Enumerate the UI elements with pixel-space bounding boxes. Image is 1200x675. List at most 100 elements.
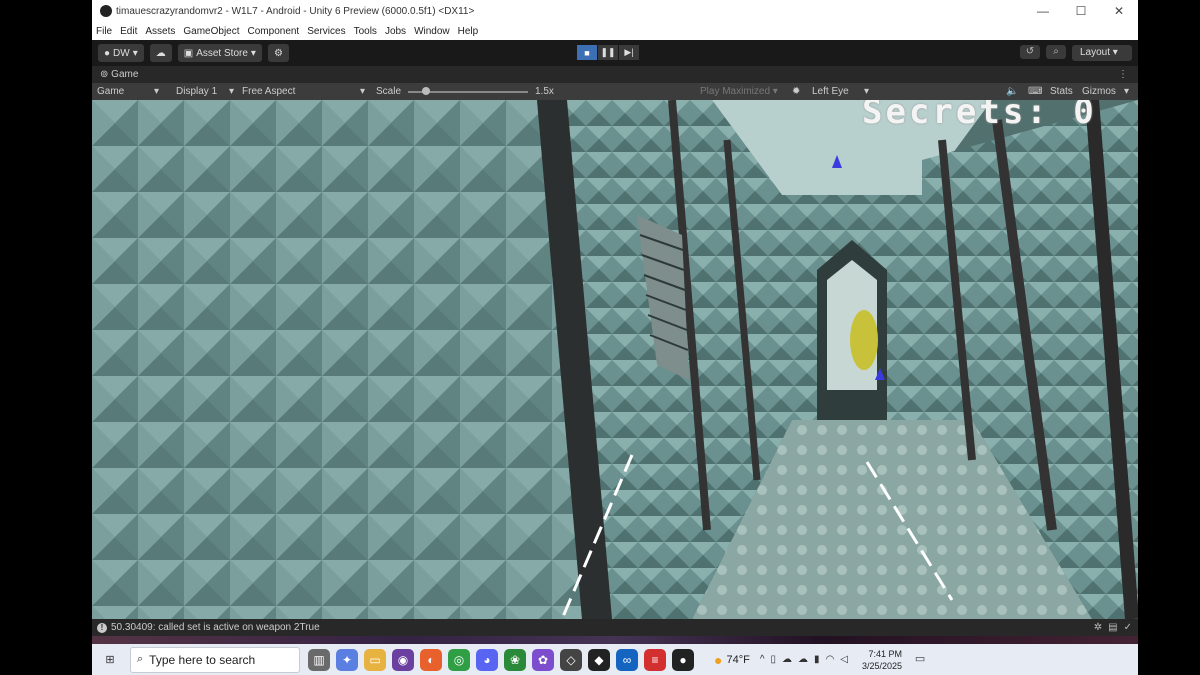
play-controls: ■ ❚❚ ▶| (577, 45, 640, 60)
menu-edit[interactable]: Edit (116, 26, 141, 37)
display-dropdown[interactable]: Display 1 (176, 83, 217, 100)
unity-hub-icon[interactable]: ◇ (560, 648, 582, 671)
display-label: Display 1 (176, 86, 218, 97)
search-placeholder: Type here to search (149, 652, 256, 667)
main-toolbar: ● DW ▾ ☁ ▣ Asset Store ▾ ⚙ ■ ❚❚ ▶| ↺ ⌕ L… (92, 40, 1138, 66)
account-label: DW (113, 47, 130, 59)
chevron-down-icon: ▾ (360, 86, 366, 97)
console-message: 50.30409: called set is active on weapon… (111, 622, 320, 633)
taskbar-search[interactable]: ⌕ Type here to search (130, 646, 300, 673)
search-icon: ⌕ (137, 653, 144, 665)
background-strip (92, 636, 1138, 644)
game-view-toolbar: Game ▾ Display 1 ▾ Free Aspect ▾ Scale 1… (92, 83, 1138, 100)
pause-button[interactable]: ❚❚ (598, 45, 618, 60)
creature (850, 310, 878, 370)
battery-icon[interactable]: ▮ (814, 654, 820, 665)
mute-icon[interactable]: 🔈 (1006, 83, 1018, 100)
window-controls: — ☐ ✕ (1024, 0, 1138, 22)
obs-icon[interactable]: ● (672, 648, 694, 671)
account-icon: ● (104, 47, 111, 59)
onedrive-icon[interactable]: ☁ (798, 654, 808, 665)
cloud-button[interactable]: ☁ (149, 44, 172, 62)
gizmos-button[interactable]: Gizmos (1082, 83, 1116, 100)
status-icons: ✲ ▤ ✓ (1094, 622, 1132, 633)
unity-icon[interactable]: ◆ (588, 648, 610, 671)
menu-jobs[interactable]: Jobs (381, 26, 410, 37)
menu-services[interactable]: Services (303, 26, 349, 37)
windows-start-icon[interactable]: ⊞ (96, 653, 124, 666)
menu-file[interactable]: File (92, 26, 116, 37)
maximize-button[interactable]: ☐ (1062, 0, 1100, 22)
keyboard-icon[interactable]: ⌨ (1028, 83, 1042, 100)
scale-value: 1.5x (535, 86, 554, 97)
search-icon[interactable]: ⌕ (1046, 45, 1066, 59)
history-icon[interactable]: ↺ (1020, 45, 1040, 59)
menu-gameobject[interactable]: GameObject (179, 26, 243, 37)
screen: timauescrazyrandomvr2 - W1L7 - Android -… (92, 0, 1138, 675)
play-mode-dropdown[interactable]: Play Maximized ▾ (700, 83, 778, 100)
task-view-icon[interactable]: ▥ (308, 648, 330, 671)
chrome-icon[interactable]: ◎ (448, 648, 470, 671)
scale-slider-handle[interactable] (422, 87, 430, 95)
close-button[interactable]: ✕ (1100, 0, 1138, 22)
left-wall (92, 100, 582, 619)
layout-dropdown[interactable]: Layout ▾ (1072, 45, 1132, 61)
wifi-icon[interactable]: ◠ (826, 654, 835, 665)
weather-temp: 74°F (726, 653, 750, 666)
eye-dropdown[interactable]: Left Eye (812, 83, 849, 100)
more-options-icon[interactable]: ⋮ (1118, 69, 1128, 80)
asset-store-label: Asset Store (196, 47, 248, 59)
secrets-counter: Secrets: 0 (862, 100, 1097, 132)
account-button[interactable]: ● DW ▾ (98, 44, 144, 62)
taskbar-clock[interactable]: 7:41 PM 3/25/2025 (862, 648, 902, 672)
chevron-up-icon[interactable]: ^ (760, 654, 765, 665)
menu-assets[interactable]: Assets (141, 26, 179, 37)
menu-component[interactable]: Component (244, 26, 304, 37)
menu-bar: File Edit Assets GameObject Component Se… (92, 22, 1138, 40)
paw-icon[interactable]: ❀ (504, 648, 526, 671)
play-stop-button[interactable]: ■ (577, 45, 597, 60)
discord-icon[interactable]: ◕ (476, 648, 498, 671)
aspect-dropdown[interactable]: Free Aspect (242, 83, 295, 100)
menu-help[interactable]: Help (454, 26, 483, 37)
meta-icon[interactable]: ∞ (616, 648, 638, 671)
menu-window[interactable]: Window (410, 26, 454, 37)
firefox-icon[interactable]: ◐ (420, 648, 442, 671)
asset-store-button[interactable]: ▣ Asset Store ▾ (177, 44, 262, 62)
github-icon[interactable]: ◉ (392, 648, 414, 671)
package-button[interactable]: ⚙ (267, 44, 289, 62)
network-icon[interactable]: ☁ (782, 654, 792, 665)
game-controller-icon: ⊚ (100, 69, 109, 80)
phone-icon[interactable]: ▯ (771, 654, 777, 665)
aspect-label: Free Aspect (242, 86, 296, 97)
view-dropdown[interactable]: Game (97, 83, 124, 100)
taskbar-apps: ▥ ✦ ▭ ◉ ◐ ◎ ◕ ❀ ✿ ◇ ◆ ∞ ≡ ● (308, 648, 694, 671)
chevron-down-icon: ▾ (154, 86, 160, 97)
window-title: timauescrazyrandomvr2 - W1L7 - Android -… (116, 5, 475, 17)
clock-time: 7:41 PM (868, 648, 903, 659)
sun-icon[interactable]: ✹ (792, 83, 800, 100)
file-explorer-icon[interactable]: ▭ (364, 648, 386, 671)
sun-weather-icon: ● (714, 651, 723, 668)
menu-tools[interactable]: Tools (350, 26, 381, 37)
cache-icon[interactable]: ▤ (1108, 622, 1117, 633)
game-viewport[interactable]: Secrets: 0 (92, 100, 1138, 619)
copilot-icon[interactable]: ✦ (336, 648, 358, 671)
settings-app-icon[interactable]: ✿ (532, 648, 554, 671)
game-app-icon[interactable]: ≡ (644, 648, 666, 671)
view-label: Game (97, 86, 125, 97)
chevron-down-icon: ▾ (229, 86, 235, 97)
debug-icon[interactable]: ✲ (1094, 622, 1102, 633)
console-status-bar[interactable]: ! 50.30409: called set is active on weap… (92, 619, 1138, 636)
weather-widget[interactable]: ● 74°F (714, 652, 750, 668)
speaker-icon[interactable]: ◁ (840, 654, 848, 665)
notification-icon[interactable]: ▭ (912, 652, 928, 668)
windows-taskbar: ⊞ ⌕ Type here to search ▥ ✦ ▭ ◉ ◐ ◎ ◕ ❀ … (92, 644, 1138, 675)
step-button[interactable]: ▶| (619, 45, 639, 60)
minimize-button[interactable]: — (1024, 0, 1062, 22)
game-scene (92, 100, 1138, 619)
check-icon[interactable]: ✓ (1124, 622, 1132, 633)
toolbar-right: ↺ ⌕ Layout ▾ (1020, 45, 1132, 61)
tab-game[interactable]: ⊚ Game (100, 69, 138, 80)
stats-button[interactable]: Stats (1050, 83, 1073, 100)
